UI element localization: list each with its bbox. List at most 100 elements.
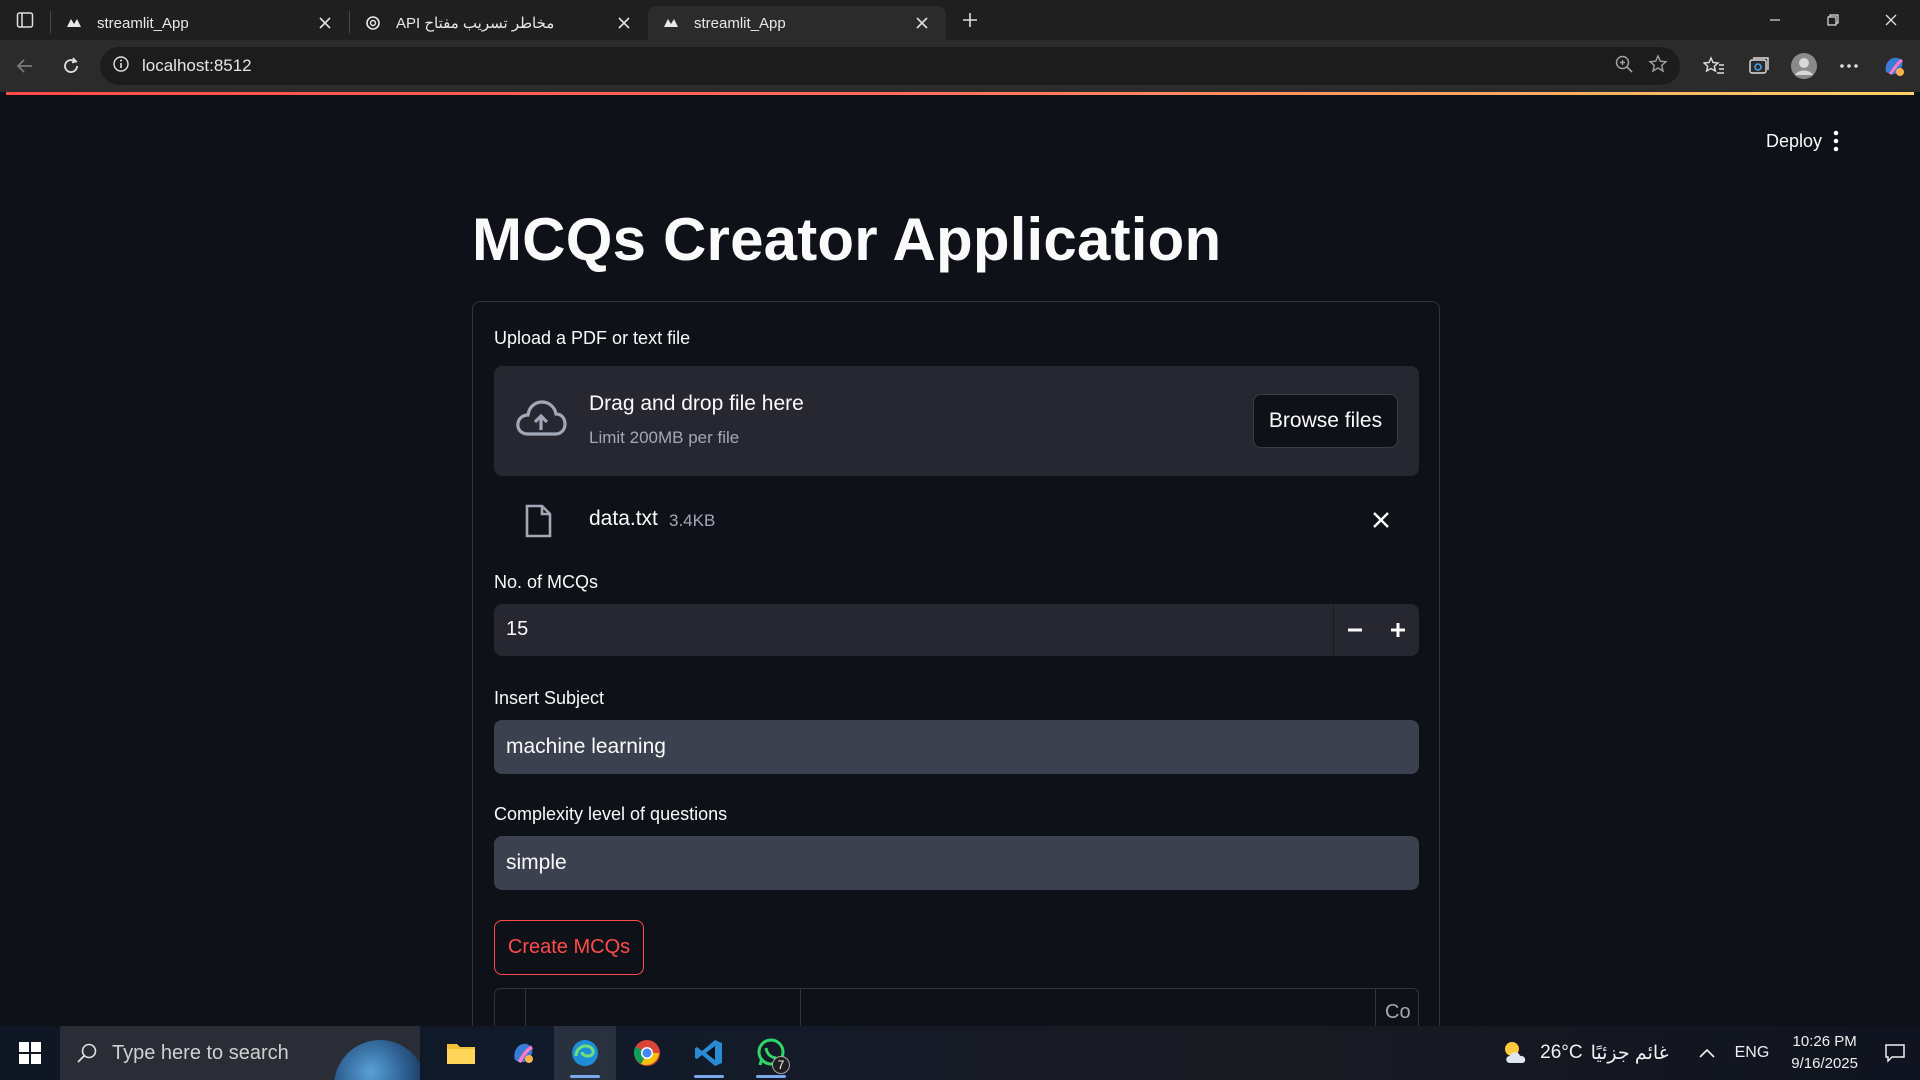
dropzone-title: Drag and drop file here [589,392,804,415]
globe-icon [334,1040,420,1080]
main-menu-button[interactable] [1824,129,1848,153]
zoom-icon[interactable] [1614,54,1634,79]
windows-start-icon[interactable] [0,1026,60,1080]
column-divider [800,989,801,1026]
profile-avatar-icon[interactable] [1781,44,1826,89]
plus-icon [1390,623,1405,637]
edge-browser-icon[interactable] [554,1026,616,1080]
complexity-field[interactable] [494,836,1419,890]
file-explorer-icon[interactable] [430,1026,492,1080]
url-text: localhost:8512 [142,56,252,75]
dropzone-limit: Limit 200MB per file [589,428,740,447]
new-tab-button[interactable] [950,0,990,40]
refresh-button[interactable] [48,43,94,89]
weather-temp: 26°C [1540,1042,1583,1063]
clock-date: 9/16/2025 [1791,1055,1858,1072]
collections-icon[interactable] [1736,44,1781,89]
active-indicator [570,1075,600,1078]
browser-tab-bar: streamlit_App مخاطر تسريب مفتاح API stre… [0,0,1920,40]
close-window-button[interactable] [1862,0,1920,40]
tab-title: مخاطر تسريب مفتاح API [396,15,555,32]
toolbar-actions [1691,40,1920,92]
browser-tab-3[interactable]: streamlit_App [648,6,946,40]
notification-center-icon[interactable] [1870,1026,1920,1080]
decrement-button[interactable] [1333,604,1376,656]
increment-button[interactable] [1376,604,1419,656]
running-indicator [694,1075,724,1078]
running-indicator [756,1075,786,1078]
page-title: MCQs Creator Application [472,206,1222,273]
partly-cloudy-icon [1505,1042,1526,1063]
column-divider [1375,989,1376,1026]
tab-title: streamlit_App [97,14,189,32]
complexity-label: Complexity level of questions [494,804,728,824]
chevron-up-icon[interactable] [1689,1026,1725,1080]
clock-time: 10:26 PM [1792,1033,1857,1050]
streamlit-app: Deploy MCQs Creator Application Upload a… [6,95,1914,1026]
search-placeholder: Type here to search [112,1041,289,1064]
search-icon [77,1043,97,1063]
uploader-label: Upload a PDF or text file [494,328,691,348]
file-dropzone[interactable]: Drag and drop file here Limit 200MB per … [494,366,1419,476]
table-column-header: Co [1385,1001,1411,1023]
remove-file-icon[interactable] [1367,506,1395,534]
copilot-icon[interactable] [1871,44,1916,89]
num-mcqs-value: 15 [506,618,529,640]
copilot-app-icon[interactable] [492,1026,554,1080]
complexity-input[interactable] [494,836,1419,890]
vscode-icon[interactable] [678,1026,740,1080]
pinned-apps: 7 [430,1026,802,1080]
back-button[interactable] [2,43,48,89]
create-mcqs-button[interactable]: Create MCQs [494,920,644,975]
more-options-icon[interactable] [1826,44,1871,89]
streamlit-logo-icon [65,14,83,32]
tab-actions-icon[interactable] [0,0,50,40]
file-name: data.txt [589,507,658,530]
minimize-button[interactable] [1746,0,1804,40]
system-tray: 26°C غائم جزئيًا ENG 10:26 PM 9/16/2025 [1480,1026,1920,1080]
chrome-icon[interactable] [616,1026,678,1080]
close-icon[interactable] [614,13,634,33]
num-mcqs-input[interactable]: 15 [494,604,1419,656]
plus-icon [963,13,977,27]
site-info-icon[interactable] [112,55,130,78]
system-clock[interactable]: 10:26 PM 9/16/2025 [1779,1031,1870,1075]
close-icon[interactable] [315,13,335,33]
window-controls [1746,0,1920,40]
favorites-icon[interactable] [1691,44,1736,89]
num-mcqs-label: No. of MCQs [494,572,599,592]
minus-icon [1348,628,1362,632]
windows-taskbar: Type here to search 7 26°C غائم جزئيًا E… [0,1026,1920,1080]
address-bar[interactable]: localhost:8512 [100,47,1680,85]
cloud-upload-icon [514,398,568,447]
tab-title: streamlit_App [694,14,786,32]
browser-tab-1[interactable]: streamlit_App [51,6,349,40]
column-divider [525,989,526,1026]
weather-widget[interactable]: 26°C غائم جزئيًا [1480,1039,1688,1067]
taskbar-search[interactable]: Type here to search [60,1026,420,1080]
browser-toolbar: localhost:8512 [0,40,1920,92]
favorite-star-icon[interactable] [1648,53,1668,79]
streamlit-logo-icon [662,14,680,32]
vertical-dots-icon [1833,130,1839,152]
close-icon[interactable] [912,13,932,33]
weather-description: غائم جزئيًا [1590,1042,1669,1064]
browser-tab-2[interactable]: مخاطر تسريب مفتاح API [350,6,648,40]
mcq-form: Upload a PDF or text file Drag and drop … [472,301,1440,1026]
file-size: 3.4KB [669,511,716,530]
notification-badge: 7 [772,1056,790,1074]
deploy-button[interactable]: Deploy [1758,127,1830,156]
language-indicator[interactable]: ENG [1725,1026,1780,1080]
subject-input[interactable] [494,720,1419,774]
subject-field[interactable] [494,720,1419,774]
arrow-left-icon [16,59,32,73]
uploaded-file: data.txt 3.4KB [494,490,1419,550]
subject-label: Insert Subject [494,688,605,708]
restore-button[interactable] [1804,0,1862,40]
chatgpt-logo-icon [364,14,382,32]
file-icon [524,504,552,543]
whatsapp-icon[interactable]: 7 [740,1026,802,1080]
browse-files-button[interactable]: Browse files [1253,394,1398,448]
results-table: Co [494,988,1419,1026]
refresh-icon [64,57,78,73]
